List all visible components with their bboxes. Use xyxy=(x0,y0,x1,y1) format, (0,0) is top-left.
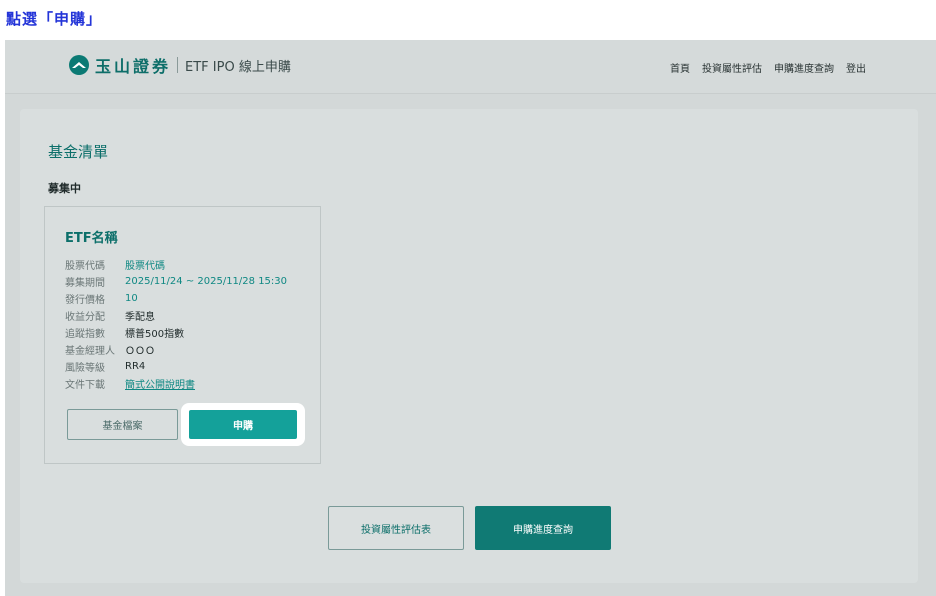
instruction-text: 點選「申購」 xyxy=(6,10,103,28)
detail-value: 2025/11/24 ~ 2025/11/28 15:30 xyxy=(125,276,288,287)
esun-mountain-logo-icon xyxy=(69,55,89,75)
risk-assessment-button[interactable]: 投資屬性評估表 xyxy=(328,506,464,550)
nav-progress-query[interactable]: 申購進度查詢 xyxy=(774,60,834,75)
fund-details: 股票代碼 股票代碼 募集期間 2025/11/24 ~ 2025/11/28 1… xyxy=(65,256,287,392)
detail-row-distribution: 收益分配 季配息 xyxy=(65,307,287,324)
fund-profile-button[interactable]: 基金檔案 xyxy=(67,409,178,440)
detail-row-download: 文件下載 簡式公開說明書 xyxy=(65,375,287,392)
detail-label: 文件下載 xyxy=(65,380,105,391)
app-subtitle: ETF IPO 線上申購 xyxy=(185,59,291,75)
detail-value: ＯＯＯ xyxy=(125,346,155,357)
detail-label: 風險等級 xyxy=(65,363,105,374)
detail-label: 發行價格 xyxy=(65,295,105,306)
detail-row-ticker: 股票代碼 股票代碼 xyxy=(65,256,287,273)
nav-risk-assessment[interactable]: 投資屬性評估 xyxy=(702,60,762,75)
detail-label: 募集期間 xyxy=(65,278,105,289)
fund-card: ETF名稱 股票代碼 股票代碼 募集期間 2025/11/24 ~ 2025/1… xyxy=(44,206,321,464)
detail-value: 股票代碼 xyxy=(125,261,165,272)
app-window: 玉山證券 ETF IPO 線上申購 首頁 投資屬性評估 申購進度查詢 登出 基金… xyxy=(5,40,936,596)
fund-list-panel: 基金清單 募集中 ETF名稱 股票代碼 股票代碼 募集期間 2025/11/24… xyxy=(20,109,918,583)
top-nav: 首頁 投資屬性評估 申購進度查詢 登出 xyxy=(670,60,866,75)
nav-home[interactable]: 首頁 xyxy=(670,60,690,75)
nav-logout[interactable]: 登出 xyxy=(846,60,866,75)
top-header: 玉山證券 ETF IPO 線上申購 首頁 投資屬性評估 申購進度查詢 登出 xyxy=(5,40,936,94)
detail-label: 股票代碼 xyxy=(65,261,105,272)
logo-divider xyxy=(177,57,179,73)
section-label: 募集中 xyxy=(48,182,81,195)
fund-name: ETF名稱 xyxy=(65,231,118,246)
detail-value: 季配息 xyxy=(125,312,155,323)
progress-query-button[interactable]: 申購進度查詢 xyxy=(475,506,611,550)
brand-name: 玉山證券 xyxy=(95,57,172,76)
detail-label: 收益分配 xyxy=(65,312,105,323)
bottom-actions: 投資屬性評估表 申購進度查詢 xyxy=(328,506,611,550)
detail-row-price: 發行價格 10 xyxy=(65,290,287,307)
detail-row-manager: 基金經理人 ＯＯＯ xyxy=(65,341,287,358)
detail-row-period: 募集期間 2025/11/24 ~ 2025/11/28 15:30 xyxy=(65,273,287,290)
detail-value: 10 xyxy=(125,293,138,304)
detail-label: 追蹤指數 xyxy=(65,329,105,340)
page-title: 基金清單 xyxy=(48,143,109,161)
detail-value: 標普500指數 xyxy=(125,329,185,340)
detail-row-risk: 風險等級 RR4 xyxy=(65,358,287,375)
detail-label: 基金經理人 xyxy=(65,346,115,357)
apply-button[interactable]: 申購 xyxy=(189,410,297,439)
brand-logo[interactable]: 玉山證券 ETF IPO 線上申購 xyxy=(69,53,291,77)
prospectus-link[interactable]: 簡式公開說明書 xyxy=(125,376,195,391)
detail-value: RR4 xyxy=(125,361,146,372)
detail-row-index: 追蹤指數 標普500指數 xyxy=(65,324,287,341)
